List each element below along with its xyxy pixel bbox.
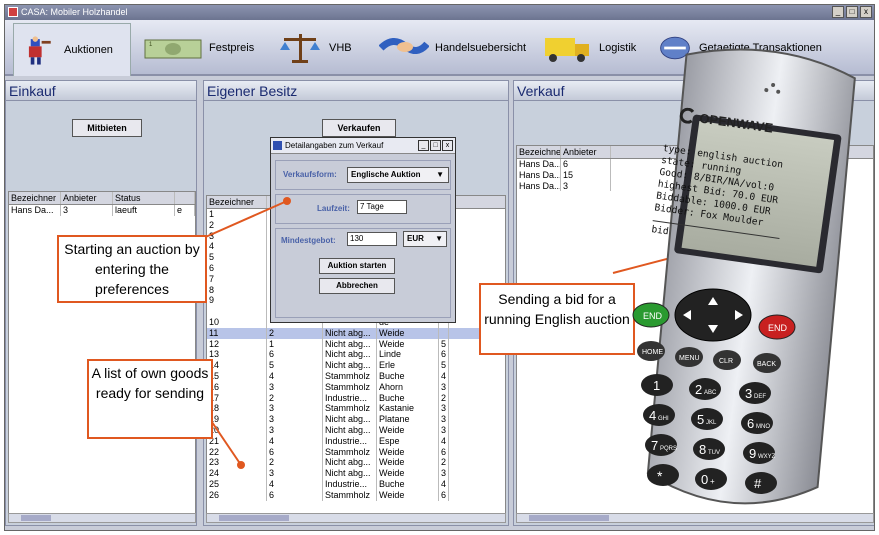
- send-key[interactable]: END: [632, 302, 670, 328]
- key-2-label: 2: [695, 382, 702, 397]
- key-9-letters: WXYZ: [758, 454, 776, 460]
- key-8[interactable]: 8 TUV: [693, 438, 725, 460]
- key-4[interactable]: 4 GHI: [643, 404, 675, 426]
- key-2-letters: ABC: [704, 390, 717, 396]
- openwave-logo-icon: [678, 106, 697, 125]
- back-key-label: BACK: [757, 361, 776, 368]
- key-3-letters: DEF: [754, 394, 766, 400]
- phone-screen: type: english auction state: running Goo…: [647, 133, 804, 281]
- key-3-label: 3: [745, 386, 752, 401]
- key-star-label: *: [657, 468, 663, 484]
- clr-key[interactable]: CLR: [713, 350, 741, 370]
- key-9[interactable]: 9 WXYZ: [743, 442, 776, 464]
- key-6-label: 6: [747, 416, 754, 431]
- back-key[interactable]: BACK: [753, 353, 781, 373]
- key-5-letters: JKL: [706, 420, 717, 426]
- end-key-label: END: [768, 323, 788, 333]
- clr-key-label: CLR: [719, 358, 733, 365]
- key-7-letters: PQRS: [660, 446, 677, 452]
- key-9-label: 9: [749, 446, 756, 461]
- key-7[interactable]: 7 PQRS: [645, 434, 677, 456]
- screen-input[interactable]: bid: [651, 224, 670, 237]
- phone-keys: END END HOME MENU CLR BACK 1 2 ABC 3 DEF…: [632, 288, 796, 494]
- home-key[interactable]: HOME: [637, 341, 665, 361]
- key-6-letters: MNO: [756, 424, 770, 430]
- key-2[interactable]: 2 ABC: [689, 378, 721, 400]
- key-8-letters: TUV: [708, 450, 720, 456]
- key-4-label: 4: [649, 408, 656, 423]
- key-3[interactable]: 3 DEF: [739, 382, 771, 404]
- key-0-letters: +: [710, 477, 715, 486]
- key-hash-label: #: [754, 476, 762, 491]
- menu-key[interactable]: MENU: [675, 347, 703, 367]
- key-4-letters: GHI: [658, 416, 669, 422]
- application-window: CASA: Mobiler Holzhandel _ □ x Auktionen…: [4, 4, 875, 531]
- end-key[interactable]: END: [758, 314, 796, 340]
- nav-pad[interactable]: [674, 288, 752, 342]
- key-1[interactable]: 1: [641, 374, 673, 396]
- home-key-label: HOME: [642, 349, 663, 356]
- key-5[interactable]: 5 JKL: [691, 408, 723, 430]
- menu-key-label: MENU: [679, 355, 700, 362]
- key-0[interactable]: 0 +: [695, 468, 727, 490]
- key-7-label: 7: [651, 438, 658, 453]
- key-1-label: 1: [653, 378, 660, 393]
- key-6[interactable]: 6 MNO: [741, 412, 773, 434]
- send-key-label: END: [643, 311, 663, 321]
- key-0-label: 0: [701, 472, 708, 487]
- key-star[interactable]: *: [647, 464, 679, 486]
- key-5-label: 5: [697, 412, 704, 427]
- key-8-label: 8: [699, 442, 706, 457]
- key-hash[interactable]: #: [745, 472, 777, 494]
